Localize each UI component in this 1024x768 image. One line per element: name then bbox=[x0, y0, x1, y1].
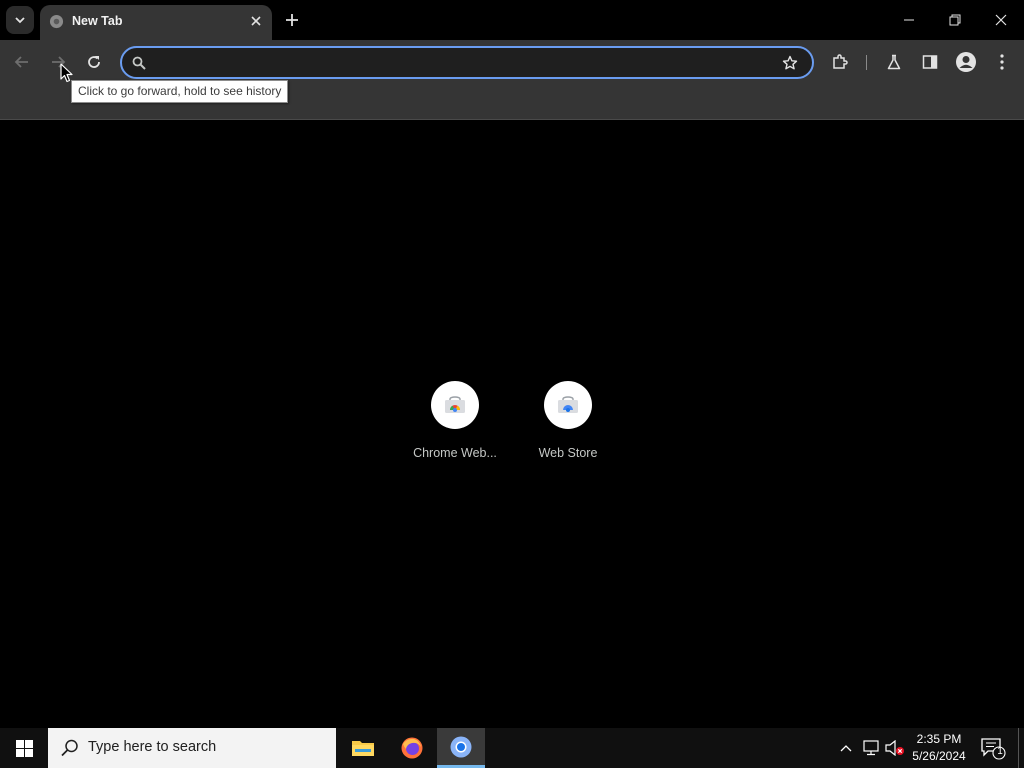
tab-title: New Tab bbox=[72, 14, 123, 28]
arrow-left-icon bbox=[14, 56, 28, 68]
show-desktop-button[interactable] bbox=[1018, 728, 1024, 768]
restore-button[interactable] bbox=[932, 0, 978, 40]
forward-tooltip: Click to go forward, hold to see history bbox=[71, 80, 289, 103]
extensions-button[interactable] bbox=[827, 49, 853, 75]
start-button[interactable] bbox=[0, 728, 48, 768]
address-input[interactable] bbox=[154, 53, 774, 73]
close-icon bbox=[251, 16, 261, 26]
kebab-menu-icon bbox=[1000, 54, 1004, 70]
shortcut-chrome-web[interactable]: Chrome Web... bbox=[399, 381, 511, 471]
shortcut-label: Chrome Web... bbox=[413, 446, 497, 460]
labs-button[interactable] bbox=[881, 49, 907, 75]
puzzle-icon bbox=[833, 54, 848, 69]
forward-button[interactable] bbox=[45, 49, 71, 75]
tab-strip: New Tab bbox=[0, 0, 1024, 40]
close-tab-button[interactable] bbox=[246, 11, 266, 31]
shortcut-icon-circle bbox=[544, 381, 592, 429]
globe-icon bbox=[49, 14, 64, 29]
tab-new-tab[interactable]: New Tab bbox=[40, 5, 272, 40]
close-icon bbox=[995, 14, 1007, 26]
chrome-icon bbox=[450, 736, 472, 757]
tray-network[interactable] bbox=[861, 738, 881, 758]
taskbar-search-box[interactable]: Type here to search bbox=[48, 728, 336, 768]
network-icon bbox=[863, 740, 879, 756]
side-panel-button[interactable] bbox=[917, 49, 943, 75]
flask-icon bbox=[887, 54, 901, 70]
plus-icon bbox=[286, 14, 298, 26]
windows-logo-icon bbox=[15, 739, 33, 757]
chrome-web-store-icon bbox=[445, 396, 465, 413]
shortcut-label: Web Store bbox=[538, 446, 598, 460]
tray-overflow-button[interactable] bbox=[836, 738, 856, 758]
taskbar-firefox[interactable] bbox=[388, 728, 436, 768]
search-icon bbox=[132, 56, 146, 70]
new-tab-button[interactable] bbox=[280, 8, 304, 32]
clock-date: 5/26/2024 bbox=[912, 749, 966, 763]
folder-icon bbox=[352, 741, 374, 756]
profile-button[interactable] bbox=[953, 49, 979, 75]
arrow-right-icon bbox=[52, 56, 66, 68]
avatar-icon bbox=[956, 52, 976, 72]
shortcut-icon-circle bbox=[431, 381, 479, 429]
action-center-button[interactable]: 1 bbox=[980, 736, 1006, 760]
menu-button[interactable] bbox=[989, 49, 1015, 75]
web-store-icon bbox=[558, 396, 578, 413]
taskbar-chrome[interactable] bbox=[437, 728, 485, 768]
restore-icon bbox=[949, 14, 961, 26]
system-clock[interactable]: 2:35 PM 5/26/2024 bbox=[906, 731, 972, 765]
minimize-icon bbox=[904, 19, 914, 21]
reload-icon bbox=[88, 56, 100, 68]
firefox-icon bbox=[401, 737, 423, 759]
notification-count: 1 bbox=[997, 746, 1003, 757]
taskbar-file-explorer[interactable] bbox=[339, 728, 387, 768]
chevron-up-icon bbox=[840, 745, 852, 752]
side-panel-icon bbox=[922, 55, 938, 69]
taskbar: Type here to search 2:35 PM 5/26/2024 1 bbox=[0, 728, 1024, 768]
reload-button[interactable] bbox=[81, 49, 107, 75]
clock-time: 2:35 PM bbox=[916, 732, 962, 746]
tray-volume[interactable] bbox=[885, 738, 905, 758]
minimize-button[interactable] bbox=[886, 0, 932, 40]
star-icon bbox=[782, 55, 798, 70]
address-bar[interactable] bbox=[120, 46, 814, 79]
tab-search-button[interactable] bbox=[6, 6, 34, 34]
chevron-down-icon bbox=[15, 17, 25, 24]
volume-muted-icon bbox=[885, 740, 904, 756]
search-icon bbox=[61, 739, 78, 757]
taskbar-search-placeholder: Type here to search bbox=[88, 739, 217, 755]
new-tab-page: Chrome Web... Web Store bbox=[0, 121, 1024, 728]
back-button[interactable] bbox=[9, 49, 35, 75]
toolbar bbox=[0, 40, 1024, 84]
bookmark-star-button[interactable] bbox=[780, 53, 800, 73]
toolbar-divider bbox=[866, 55, 867, 70]
shortcut-web-store[interactable]: Web Store bbox=[512, 381, 624, 471]
close-window-button[interactable] bbox=[978, 0, 1024, 40]
